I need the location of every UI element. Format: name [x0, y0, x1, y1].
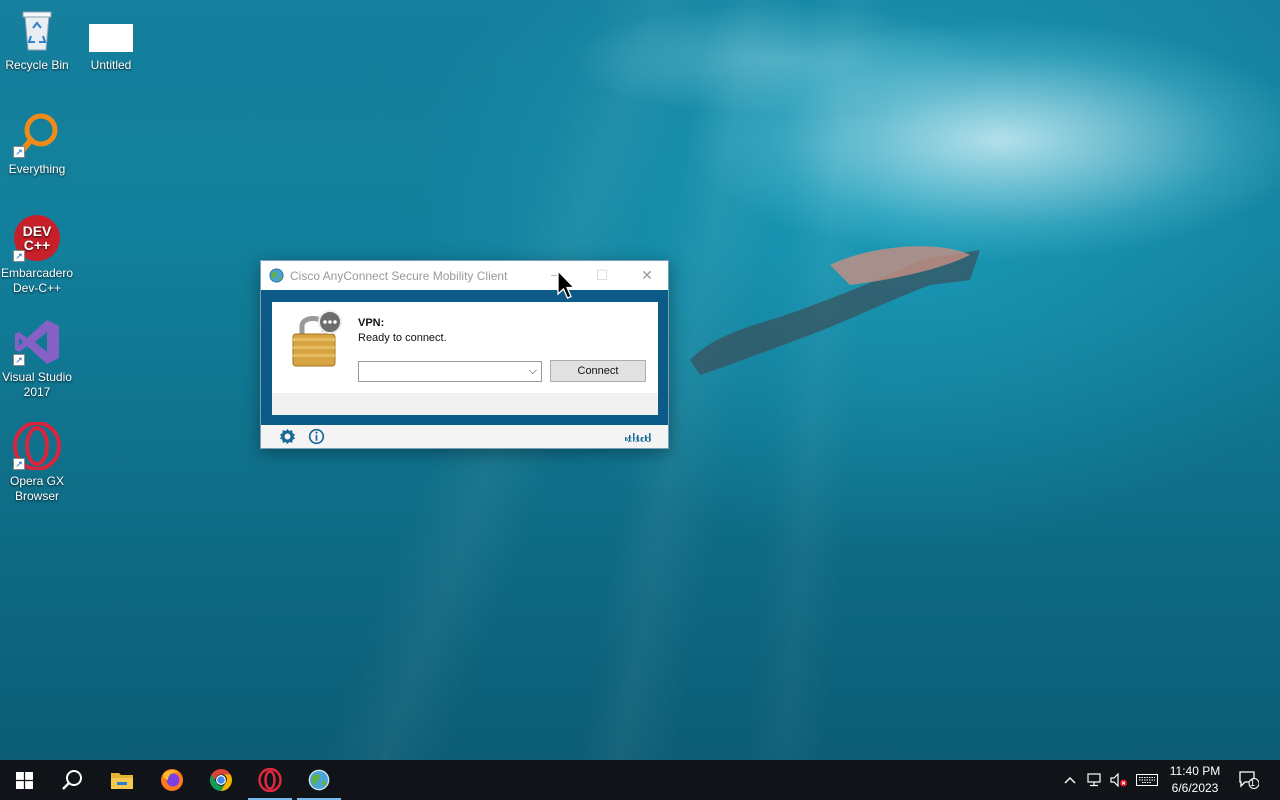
cisco-anyconnect-icon: [308, 769, 330, 791]
settings-gear-icon[interactable]: [279, 428, 296, 445]
desktop-icon-label: Embarcadero Dev-C++: [0, 266, 74, 295]
desktop-icon-label: Recycle Bin: [5, 58, 69, 72]
connect-button[interactable]: Connect: [550, 360, 646, 382]
shortcut-arrow-icon: ↗: [13, 250, 25, 262]
clock-time: 11:40 PM: [1169, 764, 1221, 778]
desktop-icon-untitled[interactable]: Untitled: [74, 6, 148, 73]
info-icon[interactable]: [308, 428, 325, 445]
desktop-icon-label: Everything: [8, 162, 66, 176]
cisco-logo: CISCO: [624, 428, 654, 446]
desktop-icon-opera-gx[interactable]: ↗ Opera GX Browser: [0, 421, 74, 504]
notification-count: 1: [1250, 778, 1256, 788]
everything-search-icon: ↗: [13, 110, 61, 158]
document-thumbnail-icon: [87, 6, 135, 54]
cisco-globe-icon: [269, 268, 284, 283]
desktop-icon-dev-cpp[interactable]: DEV C++ ↗ Embarcadero Dev-C++: [0, 214, 74, 296]
vpn-status-text: Ready to connect.: [358, 332, 447, 344]
clock-date: 6/6/2023: [1171, 781, 1219, 795]
network-icon: [1087, 773, 1101, 787]
taskbar-firefox[interactable]: [148, 760, 196, 800]
speaker-muted-icon: [1110, 773, 1127, 787]
vpn-label: VPN:: [358, 317, 385, 329]
desktop-icon-label: Untitled: [90, 58, 132, 72]
chrome-icon: [210, 769, 232, 791]
taskbar-cisco-anyconnect[interactable]: [295, 760, 343, 800]
taskbar-opera-gx[interactable]: [246, 760, 294, 800]
maximize-icon: ☐: [595, 267, 609, 283]
padlock-icon: [290, 310, 346, 370]
minimize-icon: —: [551, 270, 561, 281]
desktop-icon-recycle-bin[interactable]: Recycle Bin: [0, 6, 74, 73]
windows-start-icon: [15, 771, 33, 789]
vpn-server-combobox[interactable]: ⌵: [358, 361, 542, 382]
touch-keyboard-button[interactable]: [1134, 760, 1160, 800]
desktop-icon-label: Opera GX Browser: [9, 474, 65, 503]
panel-bottom-strip: [272, 393, 658, 415]
search-icon: [62, 770, 82, 790]
window-title: Cisco AnyConnect Secure Mobility Client: [290, 268, 508, 283]
close-icon: ✕: [641, 267, 653, 283]
dev-cpp-icon: DEV C++ ↗: [13, 214, 61, 262]
chevron-down-icon: ⌵: [528, 364, 537, 377]
search-button[interactable]: [48, 760, 96, 800]
shortcut-arrow-icon: ↗: [13, 458, 25, 470]
window-titlebar[interactable]: Cisco AnyConnect Secure Mobility Client …: [261, 261, 668, 290]
keyboard-icon: [1136, 774, 1158, 786]
maximize-button[interactable]: ☐: [579, 261, 625, 290]
file-explorer-icon: [111, 773, 133, 789]
network-tray-button[interactable]: [1084, 760, 1106, 800]
desktop-icon-everything[interactable]: ↗ Everything: [0, 110, 74, 177]
opera-gx-icon: [258, 768, 282, 792]
taskbar: 11:40 PM 6/6/2023 1: [0, 760, 1280, 800]
shortcut-arrow-icon: ↗: [13, 146, 25, 158]
desktop-icon-visual-studio[interactable]: ↗ Visual Studio 2017: [0, 318, 74, 400]
svg-text:C++: C++: [24, 237, 50, 253]
minimize-button[interactable]: —: [533, 261, 579, 290]
close-button[interactable]: ✕: [624, 261, 670, 290]
show-hidden-icons-button[interactable]: [1060, 760, 1080, 800]
chevron-up-icon: [1064, 777, 1076, 784]
vpn-panel: VPN: Ready to connect. ⌵ Connect: [272, 302, 658, 415]
desktop-icon-label: Visual Studio 2017: [2, 370, 72, 399]
firefox-icon: [161, 769, 183, 791]
window-footer: CISCO: [261, 425, 668, 448]
cisco-anyconnect-window: Cisco AnyConnect Secure Mobility Client …: [260, 260, 669, 449]
wallpaper-swimmer: [690, 246, 980, 375]
notification-icon: [1239, 771, 1259, 789]
taskbar-chrome[interactable]: [197, 760, 245, 800]
start-button[interactable]: [0, 760, 48, 800]
visual-studio-icon: ↗: [13, 318, 61, 366]
shortcut-arrow-icon: ↗: [13, 354, 25, 366]
cisco-logo-text: CISCO: [627, 437, 652, 444]
taskbar-file-explorer[interactable]: [98, 760, 146, 800]
taskbar-clock[interactable]: 11:40 PM 6/6/2023: [1164, 763, 1226, 797]
opera-gx-icon: ↗: [13, 421, 61, 471]
recycle-bin-icon: [13, 6, 61, 54]
action-center-button[interactable]: 1: [1234, 760, 1264, 800]
volume-tray-button[interactable]: [1108, 760, 1130, 800]
